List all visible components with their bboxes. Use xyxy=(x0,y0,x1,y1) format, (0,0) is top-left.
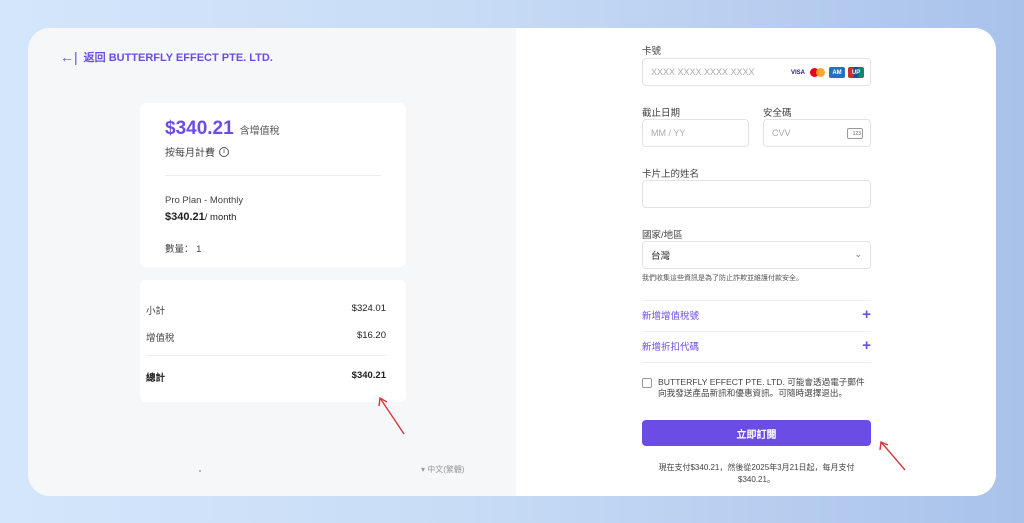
back-arrow-icon: ←| xyxy=(60,49,78,65)
page-dot xyxy=(199,470,201,472)
vat-row: 增值稅 $16.20 xyxy=(146,330,386,344)
add-tax-id-row[interactable]: 新增增值稅號 + xyxy=(642,306,871,323)
unionpay-icon: UP xyxy=(848,67,864,78)
price-header: $340.21 含增值稅 xyxy=(165,118,280,140)
info-icon[interactable]: i xyxy=(219,146,229,157)
subtotal-label: 小計 xyxy=(146,306,166,317)
plus-icon: + xyxy=(862,337,871,354)
cvc-input[interactable]: CVV 123 xyxy=(763,119,871,147)
divider xyxy=(642,331,871,332)
vat-included-note: 含增值稅 xyxy=(239,126,280,137)
back-link-label: 返回 BUTTERFLY EFFECT PTE. LTD. xyxy=(83,52,273,64)
card-number-placeholder: XXXX XXXX XXXX XXXX xyxy=(651,67,755,77)
card-number-input[interactable]: XXXX XXXX XXXX XXXX VISA AM UP xyxy=(642,58,871,86)
divider xyxy=(146,355,386,356)
card-brands: VISA AM UP xyxy=(789,67,864,78)
chevron-down-icon: ⌄ xyxy=(854,249,862,259)
order-summary-panel: ←| 返回 BUTTERFLY EFFECT PTE. LTD. $340.21… xyxy=(28,28,516,496)
country-value: 台灣 xyxy=(651,251,671,262)
add-promo-row[interactable]: 新增折扣代碼 + xyxy=(642,337,871,354)
name-label: 卡片上的姓名 xyxy=(642,169,700,180)
consent-checkbox[interactable] xyxy=(642,378,652,388)
billing-frequency: 按每月計費 i xyxy=(165,144,229,159)
language-selector[interactable]: ▾ 中文(繁體) xyxy=(421,464,465,475)
total-value: $340.21 xyxy=(351,370,386,381)
billing-frequency-label: 按每月計費 xyxy=(165,148,215,159)
expiry-input[interactable]: MM / YY xyxy=(642,119,749,147)
marketing-consent: BUTTERFLY EFFECT PTE. LTD. 可能會透過電子郵件向我發送… xyxy=(642,377,871,399)
country-select[interactable]: 台灣 ⌄ xyxy=(642,241,871,269)
language-label: 中文(繁體) xyxy=(427,465,465,474)
cvc-label: 安全碼 xyxy=(763,108,792,119)
plan-price-amount: $340.21 xyxy=(165,211,205,223)
totals-card: 小計 $324.01 增值稅 $16.20 總計 $340.21 xyxy=(140,280,406,402)
total-price: $340.21 xyxy=(165,118,234,139)
name-input[interactable] xyxy=(642,180,871,208)
visa-icon: VISA xyxy=(789,67,807,78)
privacy-note: 我們收集這些資訊是為了防止詐欺並維護付款安全。 xyxy=(642,275,803,282)
expiry-placeholder: MM / YY xyxy=(651,128,686,138)
annotation-arrow-subscribe xyxy=(879,440,906,471)
cvc-card-icon: 123 xyxy=(847,128,863,139)
expiry-label: 截止日期 xyxy=(642,108,681,119)
card-number-label: 卡號 xyxy=(642,46,662,57)
payment-form: 卡號 XXXX XXXX XXXX XXXX VISA AM UP 截止日期 M… xyxy=(516,28,996,496)
plan-price-period: / month xyxy=(204,212,237,223)
amex-icon: AM xyxy=(829,67,845,78)
subtotal-row: 小計 $324.01 xyxy=(146,303,386,317)
checkout-card: ←| 返回 BUTTERFLY EFFECT PTE. LTD. $340.21… xyxy=(28,28,996,496)
subtotal-value: $324.01 xyxy=(351,303,386,314)
total-row: 總計 $340.21 xyxy=(146,370,386,384)
quantity: 數量： 1 xyxy=(165,244,202,255)
payment-schedule-note: 現在支付$340.21，然後從2025年3月21日起，每月支付 $340.21。 xyxy=(658,463,855,484)
consent-text: BUTTERFLY EFFECT PTE. LTD. 可能會透過電子郵件向我發送… xyxy=(658,377,865,398)
plus-icon: + xyxy=(862,306,871,323)
divider xyxy=(642,362,871,363)
divider xyxy=(165,175,381,176)
country-label: 國家/地區 xyxy=(642,230,683,241)
subscribe-button[interactable]: 立即訂閱 xyxy=(642,420,871,446)
back-link[interactable]: ←| 返回 BUTTERFLY EFFECT PTE. LTD. xyxy=(60,49,273,65)
mastercard-icon xyxy=(810,67,826,78)
add-tax-id-label: 新增增值稅號 xyxy=(642,311,700,322)
total-label: 總計 xyxy=(146,373,166,384)
vat-value: $16.20 xyxy=(356,330,386,341)
divider xyxy=(642,300,871,301)
vat-label: 增值稅 xyxy=(146,333,175,344)
cvc-placeholder: CVV xyxy=(772,128,791,138)
add-promo-label: 新增折扣代碼 xyxy=(642,342,700,353)
price-summary-card: $340.21 含增值稅 按每月計費 i Pro Plan - Monthly … xyxy=(140,103,406,267)
annotation-arrow-total xyxy=(378,396,405,435)
plan-price: $340.21/ month xyxy=(165,211,236,223)
plan-name: Pro Plan - Monthly xyxy=(165,195,244,206)
